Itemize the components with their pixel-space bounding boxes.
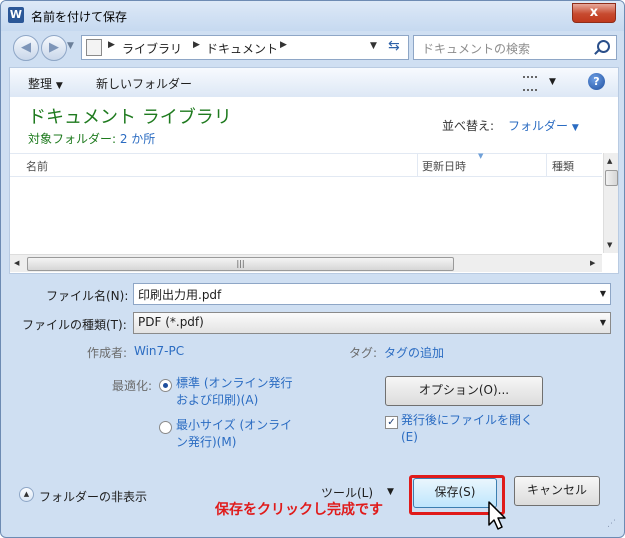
command-bar: 整理 ▼ 新しいフォルダー ▼ ? xyxy=(9,67,619,98)
filetype-select[interactable]: PDF (*.pdf) ▼ xyxy=(133,312,611,334)
folder-icon xyxy=(86,39,102,56)
options-button[interactable]: オプション(O)... xyxy=(385,376,543,406)
breadcrumb-libraries[interactable]: ライブラリ xyxy=(122,40,182,57)
filetype-label: ファイルの種類(T): xyxy=(22,318,127,332)
tags-field[interactable]: タグの追加 xyxy=(384,344,444,361)
arrange-by-label: 並べ替え: xyxy=(442,119,495,133)
filename-value: 印刷出力用.pdf xyxy=(138,288,222,302)
chevron-down-icon: ▼ xyxy=(55,81,63,91)
forward-button[interactable]: ▶ xyxy=(41,35,67,61)
column-divider[interactable] xyxy=(546,154,547,176)
back-arrow-icon: ◀ xyxy=(21,40,31,55)
filename-label: ファイル名(N): xyxy=(46,289,129,303)
optimize-standard-line2: および印刷)(A) xyxy=(176,393,259,407)
resize-grip-icon[interactable]: ⋰ xyxy=(607,519,616,529)
horizontal-scroll-thumb[interactable]: ||| xyxy=(27,257,454,271)
optimize-standard-radio[interactable] xyxy=(159,379,172,392)
word-app-icon: W xyxy=(8,7,24,23)
optimize-label: 最適化: xyxy=(112,379,153,393)
organize-button[interactable]: 整理 ▼ xyxy=(28,75,63,92)
chevron-down-icon[interactable]: ▼ xyxy=(387,487,394,497)
sort-indicator-icon: ▼ xyxy=(478,152,484,160)
search-placeholder: ドキュメントの検索 xyxy=(422,42,531,56)
breadcrumb-arrow-icon[interactable]: ▶ xyxy=(108,40,115,50)
open-after-publish-checkbox[interactable]: ✓ xyxy=(385,416,398,429)
tags-label: タグ: xyxy=(349,346,378,360)
scroll-right-icon[interactable]: ▶ xyxy=(590,259,595,267)
organize-label: 整理 xyxy=(28,77,53,91)
mouse-cursor-icon xyxy=(488,501,506,530)
hide-folders-button[interactable]: フォルダーの非表示 xyxy=(39,488,147,505)
address-row: ◀ ▶ ▼ ▶ ライブラリ ▶ ドキュメント ▶ ▼ ⇆ ドキュメントの検索 xyxy=(1,31,624,63)
address-dropdown-icon[interactable]: ▼ xyxy=(370,41,377,51)
vertical-scroll-thumb[interactable] xyxy=(605,170,618,186)
column-header-type[interactable]: 種類 xyxy=(552,158,574,174)
scroll-down-icon[interactable]: ▼ xyxy=(607,241,612,249)
open-after-publish-line2: (E) xyxy=(401,430,418,444)
arrange-by-dropdown[interactable]: フォルダー ▼ xyxy=(508,117,579,134)
library-subtitle: 対象フォルダー: 2 か所 xyxy=(28,130,155,147)
chevron-down-icon: ▼ xyxy=(599,318,606,327)
cancel-button[interactable]: キャンセル xyxy=(514,476,600,506)
filename-field[interactable]: 印刷出力用.pdf ▼ xyxy=(133,283,611,305)
help-icon[interactable]: ? xyxy=(588,73,605,90)
optimize-standard-line1: 標準 (オンライン発行 xyxy=(176,376,293,390)
search-icon[interactable] xyxy=(597,40,610,53)
optimize-minimum-radio[interactable] xyxy=(159,421,172,434)
search-input[interactable]: ドキュメントの検索 xyxy=(413,35,617,60)
author-field[interactable]: Win7-PC xyxy=(134,344,184,358)
column-divider[interactable] xyxy=(417,154,418,176)
collapse-up-icon[interactable]: ▲ xyxy=(19,487,34,502)
instruction-annotation: 保存をクリックし完成です xyxy=(215,502,383,518)
title-bar: W 名前を付けて保存 x xyxy=(1,1,624,31)
chevron-down-icon[interactable]: ▼ xyxy=(600,289,606,298)
optimize-minimum-label[interactable]: 最小サイズ (オンライ ン発行)(M) xyxy=(176,417,292,451)
library-locations-link[interactable]: 2 か所 xyxy=(120,132,155,146)
new-folder-button[interactable]: 新しいフォルダー xyxy=(96,75,192,92)
file-browser-pane: ドキュメント ライブラリ 対象フォルダー: 2 か所 並べ替え: フォルダー ▼… xyxy=(9,97,619,274)
address-bar[interactable]: ▶ ライブラリ ▶ ドキュメント ▶ ▼ ⇆ xyxy=(81,35,409,60)
breadcrumb-documents[interactable]: ドキュメント xyxy=(206,40,278,57)
optimize-minimum-line1: 最小サイズ (オンライ xyxy=(176,418,293,432)
library-title: ドキュメント ライブラリ xyxy=(28,107,232,128)
optimize-minimum-line2: ン発行)(M) xyxy=(176,435,237,449)
column-header-modified[interactable]: 更新日時 xyxy=(422,158,466,174)
scroll-up-icon[interactable]: ▲ xyxy=(607,157,612,165)
library-subtitle-prefix: 対象フォルダー: xyxy=(28,132,120,146)
open-after-publish-line1: 発行後にファイルを開く xyxy=(401,413,534,427)
breadcrumb-arrow-icon[interactable]: ▶ xyxy=(280,40,287,50)
filetype-value: PDF (*.pdf) xyxy=(138,315,204,329)
close-icon: x xyxy=(589,5,599,20)
column-header-name[interactable]: 名前 xyxy=(26,158,48,174)
breadcrumb-arrow-icon[interactable]: ▶ xyxy=(193,40,200,50)
forward-arrow-icon: ▶ xyxy=(49,40,59,55)
horizontal-scrollbar[interactable]: ◀ ||| ▶ xyxy=(10,254,602,272)
chevron-down-icon: ▼ xyxy=(571,123,579,133)
arrange-by-value: フォルダー xyxy=(508,119,569,133)
back-button[interactable]: ◀ xyxy=(13,35,39,61)
chevron-down-icon[interactable]: ▼ xyxy=(549,77,556,87)
refresh-icon[interactable]: ⇆ xyxy=(388,38,400,54)
save-as-dialog: W 名前を付けて保存 x ◀ ▶ ▼ ▶ ライブラリ ▶ ドキュメント ▶ ▼ … xyxy=(0,0,625,538)
column-header-row: 名前 ▼ 更新日時 種類 xyxy=(10,152,602,177)
close-button[interactable]: x xyxy=(572,3,616,23)
optimize-standard-label[interactable]: 標準 (オンライン発行 および印刷)(A) xyxy=(176,375,293,409)
view-options-icon[interactable] xyxy=(523,76,537,91)
author-label: 作成者: xyxy=(87,346,128,360)
recent-pages-dropdown-icon[interactable]: ▼ xyxy=(67,41,74,51)
vertical-scrollbar[interactable]: ▲ ▼ xyxy=(603,153,618,253)
open-after-publish-label[interactable]: 発行後にファイルを開く (E) xyxy=(401,412,533,446)
dialog-title: 名前を付けて保存 xyxy=(31,10,128,24)
scroll-left-icon[interactable]: ◀ xyxy=(14,259,19,267)
